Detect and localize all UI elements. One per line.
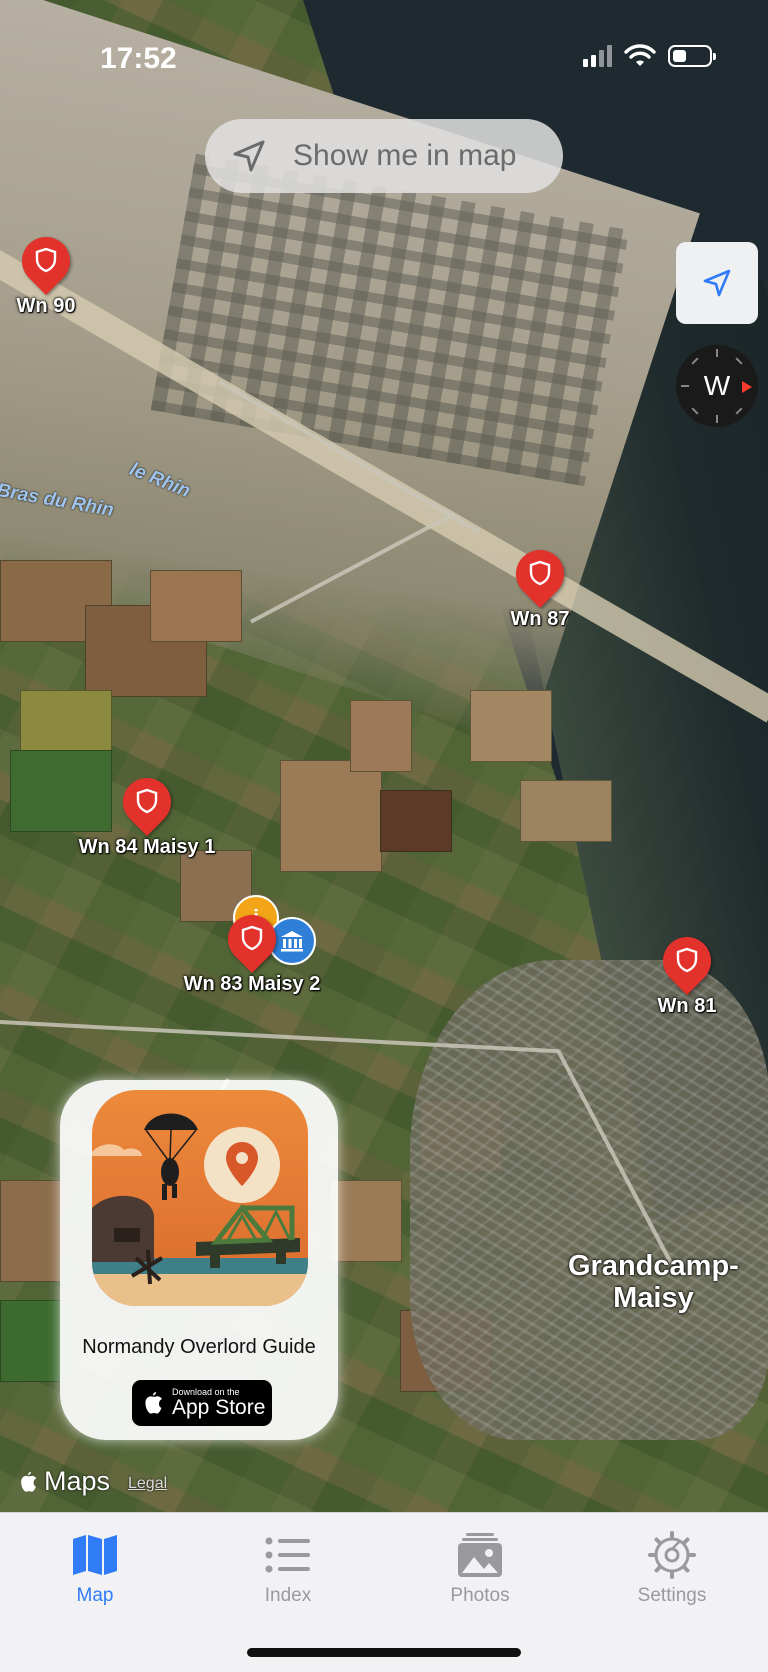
apple-maps-attribution: Maps	[18, 1466, 110, 1497]
shield-icon	[676, 947, 698, 973]
compass-heading: W	[703, 370, 731, 401]
app-icon	[92, 1090, 308, 1306]
field	[0, 1180, 62, 1282]
apple-logo-icon	[145, 1392, 162, 1414]
gear-icon	[648, 1531, 696, 1579]
tab-label: Photos	[450, 1585, 510, 1606]
pin-label: Wn 83 Maisy 2	[183, 973, 321, 995]
shield-icon	[35, 247, 57, 273]
field	[10, 750, 112, 832]
place-label-grandcamp-maisy: Grandcamp- Maisy	[568, 1250, 739, 1314]
tab-label: Index	[264, 1585, 312, 1606]
town-area	[410, 960, 768, 1440]
apple-logo-icon	[21, 1471, 37, 1492]
show-me-label: Show me in map	[293, 139, 517, 172]
map-icon	[73, 1535, 117, 1575]
tab-settings[interactable]: Settings	[612, 1525, 732, 1607]
field	[20, 690, 112, 752]
app-promo-card[interactable]: Normandy Overlord Guide Download on the …	[60, 1080, 338, 1440]
tab-map[interactable]: Map	[35, 1525, 155, 1607]
promo-app-title: Normandy Overlord Guide	[82, 1336, 316, 1358]
pin-label: Wn 84 Maisy 1	[78, 836, 216, 858]
compass-button[interactable]: W	[676, 345, 758, 427]
shield-icon	[136, 788, 158, 814]
photos-icon	[458, 1533, 502, 1577]
cellular-signal-icon	[583, 45, 612, 67]
status-time: 17:52	[100, 42, 177, 75]
show-me-in-map-button[interactable]: Show me in map	[205, 119, 563, 193]
compass-needle-icon	[742, 381, 752, 393]
app-store-badge[interactable]: Download on the App Store	[132, 1380, 272, 1426]
field	[280, 760, 382, 872]
shield-icon	[529, 560, 551, 586]
tab-index[interactable]: Index	[228, 1525, 348, 1607]
location-arrow-icon	[233, 140, 265, 172]
tab-photos[interactable]: Photos	[420, 1525, 540, 1607]
location-arrow-icon	[703, 269, 731, 297]
pin-label: Wn 81	[657, 995, 717, 1017]
maps-text: Maps	[44, 1466, 111, 1496]
home-indicator	[247, 1648, 521, 1657]
app-icon-illustration	[92, 1113, 308, 1306]
field	[470, 690, 552, 762]
tab-label: Map	[76, 1585, 114, 1606]
tab-label: Settings	[637, 1585, 707, 1606]
status-icons	[583, 44, 716, 68]
badge-big-text: App Store	[172, 1396, 266, 1419]
field	[380, 790, 452, 852]
legal-link[interactable]: Legal	[128, 1475, 167, 1493]
shield-icon	[241, 925, 263, 951]
wifi-icon	[624, 44, 656, 66]
museum-icon	[281, 931, 303, 952]
field	[520, 780, 612, 842]
pin-label: Wn 90	[16, 295, 76, 317]
list-icon	[265, 1537, 310, 1573]
field	[330, 1180, 402, 1262]
field	[350, 700, 412, 772]
locate-me-button[interactable]	[676, 242, 758, 324]
field	[150, 570, 242, 642]
pin-label: Wn 87	[510, 608, 570, 630]
battery-icon	[668, 45, 716, 67]
